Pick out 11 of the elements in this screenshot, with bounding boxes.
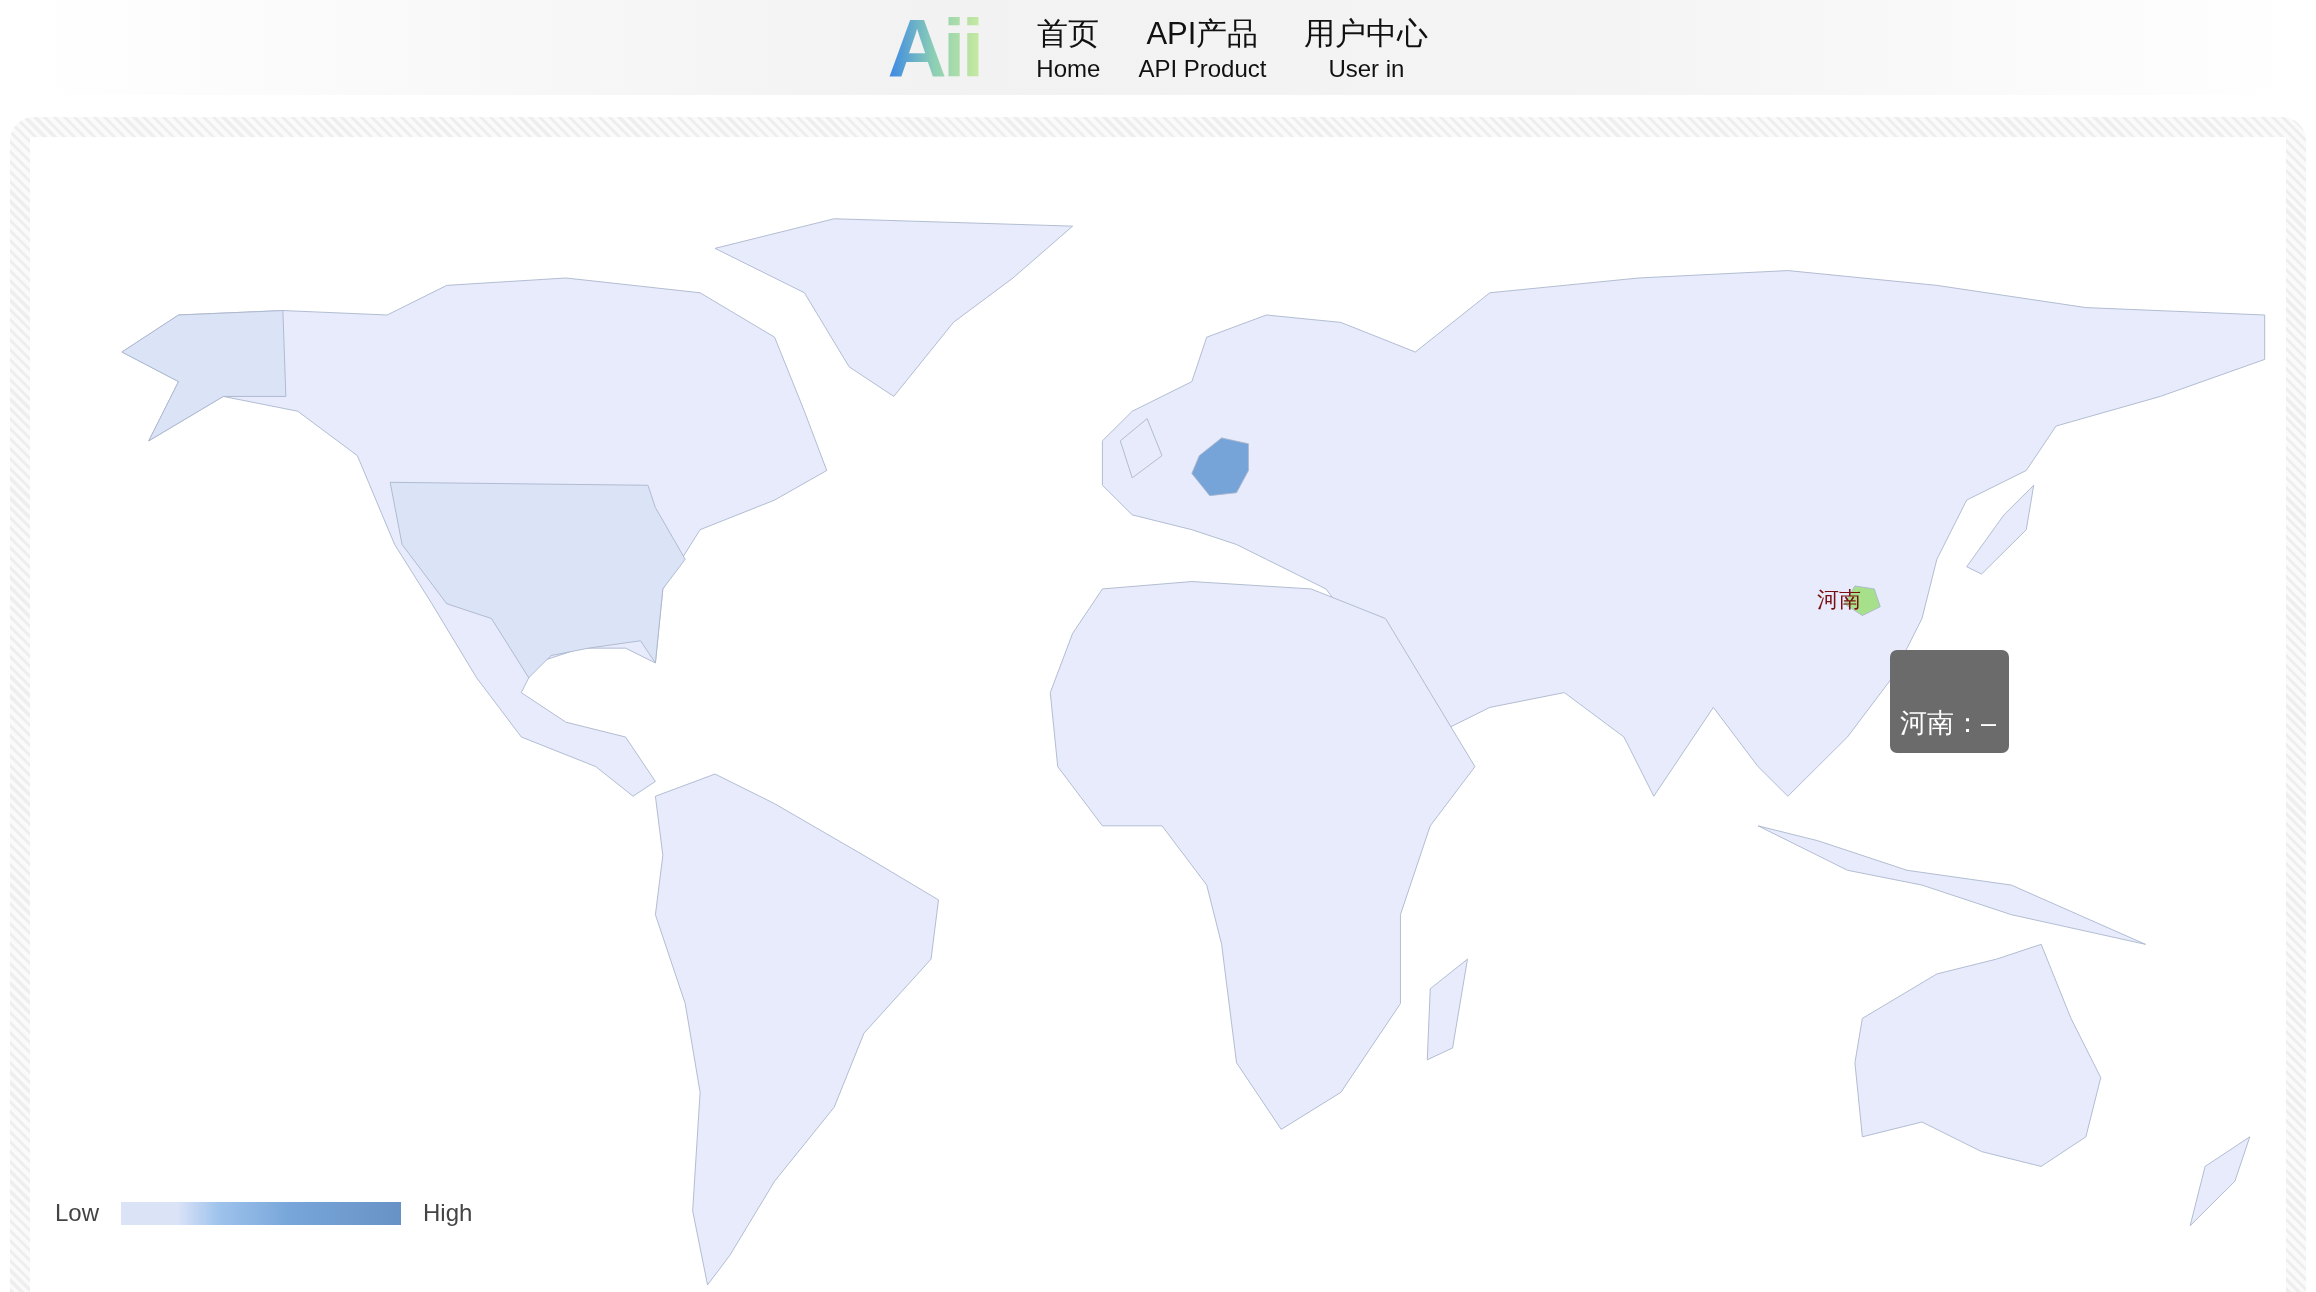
- legend-gradient-bar[interactable]: [121, 1201, 402, 1225]
- legend-high-label: High: [423, 1199, 473, 1227]
- nav-link[interactable]: 首页 Home: [1036, 12, 1101, 83]
- nav-link[interactable]: 用户中心 User in: [1304, 12, 1429, 83]
- germany-region[interactable]: [1191, 437, 1249, 497]
- alaska-region[interactable]: [121, 310, 287, 442]
- tooltip: 河南：–: [1890, 650, 2009, 753]
- region-label: 河南: [1817, 586, 1861, 614]
- legend-low-label: Low: [55, 1199, 100, 1227]
- nav-link[interactable]: API产品 API Product: [1138, 12, 1267, 83]
- usa-region[interactable]: [389, 481, 686, 679]
